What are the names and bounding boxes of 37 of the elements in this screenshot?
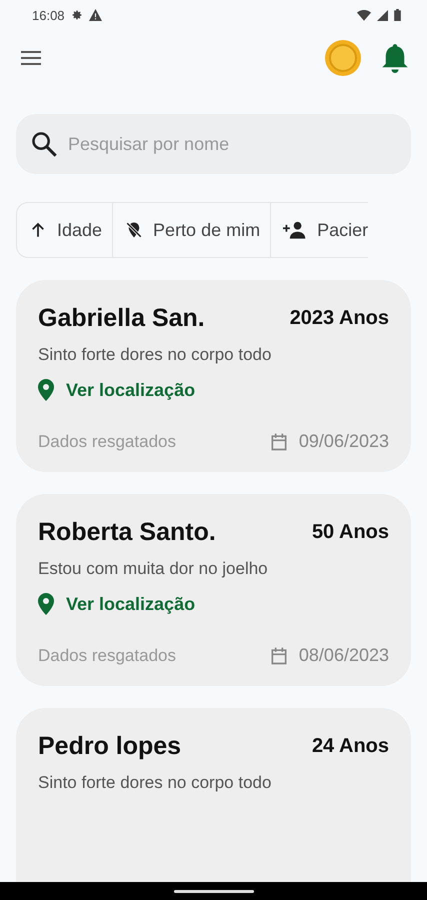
calendar-icon bbox=[268, 432, 289, 452]
complaint-text: Sinto forte dores no corpo todo bbox=[38, 345, 272, 365]
calendar-icon bbox=[268, 646, 289, 666]
patient-name: Gabriella San. bbox=[38, 304, 205, 333]
date-text: 09/06/2023 bbox=[298, 431, 389, 452]
filter-chip[interactable]: Pacier bbox=[271, 203, 368, 257]
signal-icon bbox=[377, 10, 388, 20]
status-time: 16:08 bbox=[32, 8, 65, 22]
pin-icon bbox=[38, 593, 54, 615]
filter-chip[interactable]: Perto de mim bbox=[113, 203, 272, 257]
home-handle[interactable] bbox=[174, 890, 254, 892]
patient-card[interactable]: Roberta Santo. 50 Anos Estou com muita dor no joelho Ver localização Dados resgatados 08/06/2023 bbox=[16, 494, 411, 686]
add-person-icon bbox=[283, 221, 308, 239]
battery-icon bbox=[394, 9, 401, 21]
complaint-text: Estou com muita dor no joelho bbox=[38, 559, 269, 579]
location-link[interactable]: Ver localização bbox=[38, 379, 196, 401]
pin-icon bbox=[38, 379, 54, 401]
location-link[interactable]: Ver localização bbox=[38, 593, 196, 615]
gear-icon bbox=[70, 9, 83, 21]
patient-age: 24 Anos bbox=[312, 735, 389, 758]
date-text: 08/06/2023 bbox=[298, 645, 389, 666]
complaint-text: Sinto forte dores no corpo todo bbox=[38, 773, 272, 793]
patient-name: Pedro lopes bbox=[38, 732, 182, 761]
patient-card[interactable]: Pedro lopes 24 Anos Sinto forte dores no corpo todo bbox=[16, 708, 411, 882]
search-field[interactable]: Pesquisar por nome bbox=[16, 114, 411, 174]
status-text: Dados resgatados bbox=[38, 646, 176, 666]
location-off-icon bbox=[125, 220, 144, 240]
patient-age: 50 Anos bbox=[312, 521, 389, 544]
patient-card[interactable]: Gabriella San. 2023 Anos Sinto forte dores no corpo todo Ver localização Dados resgatados 09/06/2023 bbox=[16, 280, 411, 472]
menu-icon[interactable] bbox=[21, 51, 41, 65]
wifi-icon bbox=[357, 10, 371, 20]
bell-icon[interactable] bbox=[381, 43, 409, 73]
patient-age: 2023 Anos bbox=[290, 307, 389, 330]
patient-name: Roberta Santo. bbox=[38, 518, 216, 547]
warning-icon bbox=[88, 9, 102, 21]
status-text: Dados resgatados bbox=[38, 432, 176, 452]
filter-chip[interactable]: Idade bbox=[17, 203, 114, 257]
